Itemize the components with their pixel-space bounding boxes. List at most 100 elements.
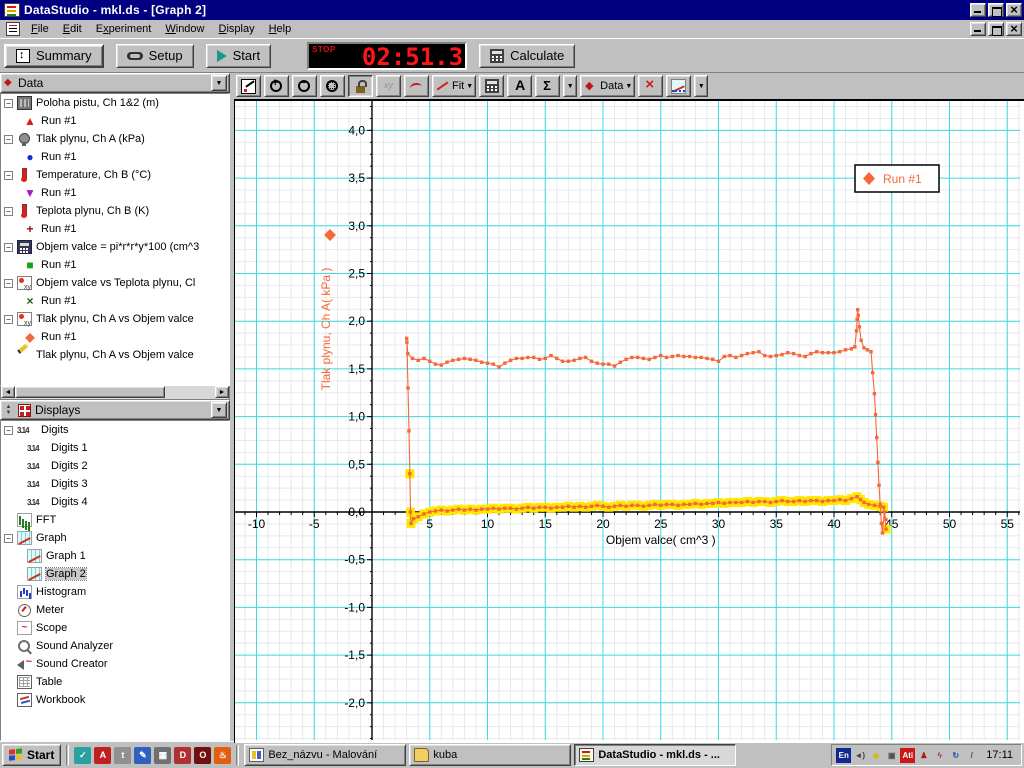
agent-icon[interactable]: ♟ — [916, 748, 931, 763]
pen-tool-icon[interactable]: / — [964, 748, 979, 763]
run-item[interactable]: ▼Run #1 — [1, 184, 229, 202]
menu-file[interactable]: File — [24, 21, 56, 37]
statistics-dropdown[interactable]: ▼ — [563, 75, 577, 97]
expander-box[interactable]: − — [4, 207, 13, 216]
display-item[interactable]: Workbook — [1, 691, 229, 709]
data-item[interactable]: −Tlak plynu, Ch A (kPa) — [1, 130, 229, 148]
display-subitem[interactable]: Graph 2 — [1, 565, 229, 583]
graph-canvas[interactable]: -10-5510152025303540455055-2,0-1,5-1,0-0… — [235, 101, 1020, 740]
quicklaunch-acrobat-icon[interactable]: A — [94, 747, 111, 764]
smart-tool-button[interactable] — [404, 75, 429, 97]
data-item[interactable]: −Temperature, Ch B (°C) — [1, 166, 229, 184]
data-item[interactable]: −Poloha pistu, Ch 1&2 (m) — [1, 94, 229, 112]
scroll-left-arrow[interactable]: ◄ — [1, 386, 15, 398]
display-item[interactable]: Histogram — [1, 583, 229, 601]
display-item[interactable]: Sound Creator — [1, 655, 229, 673]
quicklaunch-notes-icon[interactable]: ✓ — [74, 747, 91, 764]
expander-box[interactable]: − — [4, 426, 13, 435]
data-item[interactable]: −Teplota plynu, Ch B (K) — [1, 202, 229, 220]
quicklaunch-calculator-icon[interactable]: ▦ — [154, 747, 171, 764]
scale-to-fit-button[interactable] — [236, 75, 261, 97]
antivirus-icon[interactable]: ◆ — [868, 748, 883, 763]
display-item[interactable]: Scope — [1, 619, 229, 637]
keyboard-layout-icon[interactable]: En — [836, 748, 851, 763]
display-item[interactable]: FFT — [1, 511, 229, 529]
display-subitem[interactable]: 3.14Digits 3 — [1, 475, 229, 493]
expander-box[interactable]: − — [4, 135, 13, 144]
child-minimize-button[interactable] — [970, 22, 986, 36]
statistics-button[interactable] — [535, 75, 560, 97]
ati-icon[interactable]: Ati — [900, 748, 915, 763]
plot-area[interactable]: -10-5510152025303540455055-2,0-1,5-1,0-0… — [234, 99, 1024, 743]
display-item[interactable]: −3.14Digits — [1, 421, 229, 439]
data-panel-dropdown[interactable]: ▼ — [211, 75, 227, 91]
displays-panel-header[interactable]: ▲▼ Displays ▼ — [0, 400, 230, 420]
task-button[interactable]: DataStudio - mkl.ds - ... — [574, 744, 736, 766]
data-panel-header[interactable]: Data ▼ — [0, 73, 230, 93]
restore-button[interactable] — [988, 3, 1004, 17]
scroll-thumb[interactable] — [15, 386, 165, 398]
zoom-out-button[interactable] — [292, 75, 317, 97]
display-subitem[interactable]: 3.14Digits 2 — [1, 457, 229, 475]
scheduler-icon[interactable]: ▣ — [884, 748, 899, 763]
run-item[interactable]: ◆Run #1 — [1, 328, 229, 346]
data-item[interactable]: Tlak plynu, Ch A vs Objem valce — [1, 346, 229, 364]
sync-icon[interactable]: ↻ — [948, 748, 963, 763]
task-button[interactable]: Bez_názvu - Malování — [244, 744, 406, 766]
zoom-in-button[interactable] — [264, 75, 289, 97]
summary-button[interactable]: Summary — [4, 44, 104, 68]
run-item[interactable]: ●Run #1 — [1, 148, 229, 166]
menu-display[interactable]: Display — [212, 21, 262, 37]
run-item[interactable]: ×Run #1 — [1, 292, 229, 310]
display-subitem[interactable]: 3.14Digits 1 — [1, 439, 229, 457]
menu-experiment[interactable]: Experiment — [89, 21, 159, 37]
volume-icon[interactable]: ◄) — [852, 748, 867, 763]
child-close-button[interactable] — [1006, 22, 1022, 36]
task-button[interactable]: kuba — [409, 744, 571, 766]
delete-button[interactable] — [638, 75, 663, 97]
expander-box[interactable]: − — [4, 534, 13, 543]
data-item[interactable]: −Objem valce = pi*r*r*y*100 (cm^3 — [1, 238, 229, 256]
minimize-button[interactable] — [970, 3, 986, 17]
calculate-button[interactable]: Calculate — [479, 44, 575, 68]
expander-box[interactable]: − — [4, 315, 13, 324]
quicklaunch-opera-icon[interactable]: O — [194, 747, 211, 764]
quicklaunch-editor-icon[interactable]: ✎ — [134, 747, 151, 764]
display-item[interactable]: Meter — [1, 601, 229, 619]
fit-menu-button[interactable]: Fit▼ — [432, 75, 476, 97]
graph-settings-dropdown[interactable]: ▼ — [694, 75, 708, 97]
quicklaunch-fire-icon[interactable]: ♨ — [214, 747, 231, 764]
data-item[interactable]: −Tlak plynu, Ch A vs Objem valce — [1, 310, 229, 328]
data-menu-button[interactable]: Data▼ — [580, 75, 635, 97]
legend[interactable]: Run #1 — [855, 165, 939, 192]
run-item[interactable]: ■Run #1 — [1, 256, 229, 274]
display-item[interactable]: Sound Analyzer — [1, 637, 229, 655]
display-subitem[interactable]: Graph 1 — [1, 547, 229, 565]
expander-box[interactable]: − — [4, 243, 13, 252]
start-button[interactable]: Start — [206, 44, 271, 68]
calculator-button[interactable] — [479, 75, 504, 97]
expander-box[interactable]: − — [4, 279, 13, 288]
setup-button[interactable]: Setup — [116, 44, 194, 68]
quicklaunch-bird-icon[interactable]: t — [114, 747, 131, 764]
run-item[interactable]: +Run #1 — [1, 220, 229, 238]
child-window-icon[interactable] — [6, 22, 20, 36]
expander-box[interactable]: − — [4, 99, 13, 108]
display-item[interactable]: Table — [1, 673, 229, 691]
run-item[interactable]: ▲Run #1 — [1, 112, 229, 130]
zoom-select-button[interactable] — [320, 75, 345, 97]
display-item[interactable]: −Graph — [1, 529, 229, 547]
data-item[interactable]: −Objem valce vs Teplota plynu, Cl — [1, 274, 229, 292]
graph-settings-button[interactable] — [666, 75, 691, 97]
splitter-handle[interactable]: ▲▼ — [3, 404, 14, 417]
menu-window[interactable]: Window — [158, 21, 211, 37]
start-menu-button[interactable]: Start — [2, 744, 61, 766]
text-tool-button[interactable] — [507, 75, 532, 97]
expander-box[interactable]: − — [4, 171, 13, 180]
lock-axes-button[interactable] — [348, 75, 373, 97]
scroll-right-arrow[interactable]: ► — [215, 386, 229, 398]
close-button[interactable] — [1006, 3, 1022, 17]
child-restore-button[interactable] — [988, 22, 1004, 36]
data-tree-hscrollbar[interactable]: ◄ ► — [0, 386, 230, 400]
display-subitem[interactable]: 3.14Digits 4 — [1, 493, 229, 511]
